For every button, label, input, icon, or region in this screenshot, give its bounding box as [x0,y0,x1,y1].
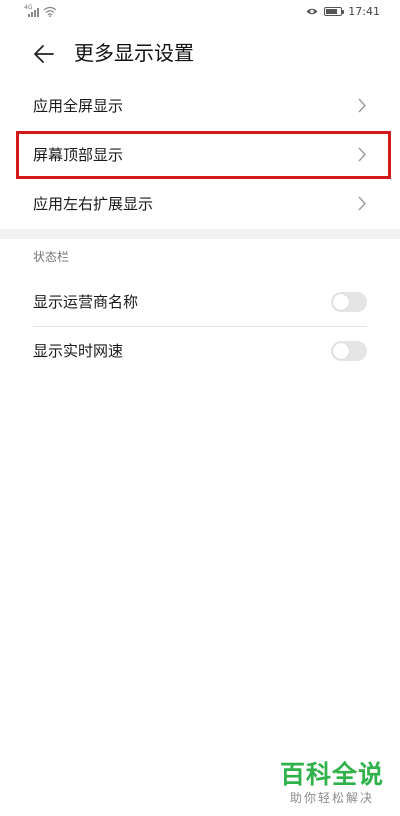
app-header: 更多显示设置 [0,30,400,78]
eye-comfort-icon [306,8,318,15]
watermark: 百科全说 助你轻松解决 [280,760,384,806]
back-arrow-icon[interactable] [33,43,55,65]
chevron-right-icon [358,98,366,113]
battery-icon [324,7,345,16]
watermark-title: 百科全说 [279,760,384,789]
switch-knob [333,294,349,310]
toggle-label: 显示运营商名称 [33,293,139,311]
status-left: 4G [24,4,57,17]
network-type: 4G [24,4,33,11]
item-fullscreen-apps[interactable]: 应用全屏显示 [0,82,400,130]
clock: 17:41 [348,5,380,18]
watermark-subtitle: 助你轻松解决 [289,791,374,805]
battery-level [326,9,338,14]
section-title-status-bar: 状态栏 [33,250,70,264]
item-side-extension[interactable]: 应用左右扩展显示 [0,180,400,228]
toggle-row-carrier-name: 显示运营商名称 [0,278,400,326]
carrier-name-switch[interactable] [331,292,367,312]
item-label: 应用全屏显示 [33,97,124,115]
highlight-box [16,131,391,179]
switch-knob [333,343,349,359]
status-right: 17:41 [306,5,380,18]
toggle-label: 显示实时网速 [33,342,124,360]
chevron-right-icon [358,196,366,211]
item-label: 应用左右扩展显示 [33,195,154,213]
page-title: 更多显示设置 [74,41,194,65]
wifi-icon [43,6,57,17]
status-bar: 4G 17:41 [0,0,400,26]
toggle-row-network-speed: 显示实时网速 [0,327,400,375]
network-speed-switch[interactable] [331,341,367,361]
section-divider [0,229,400,239]
